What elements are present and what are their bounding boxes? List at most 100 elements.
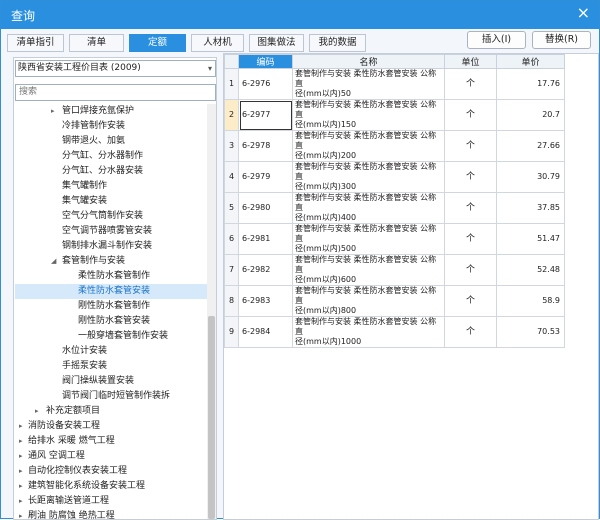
cell-price[interactable]: 70.53 xyxy=(496,316,565,348)
cell-code[interactable]: 6-2979 xyxy=(238,161,293,193)
tree-node[interactable]: 柔性防水套管安装 xyxy=(15,284,207,299)
chevron-down-icon[interactable]: ▾ xyxy=(208,61,212,76)
tab-atlas-method[interactable]: 图集做法 xyxy=(249,34,304,52)
row-index[interactable]: 7 xyxy=(224,254,239,286)
expand-arrow-icon[interactable]: ▸ xyxy=(19,494,23,509)
tree-node[interactable]: 空气调节器喷雾管安装 xyxy=(15,224,207,239)
cell-name[interactable]: 套管制作与安装 柔性防水套管安装 公称直 径(mm以内)400 xyxy=(292,192,445,224)
close-icon[interactable]: × xyxy=(577,5,590,21)
tree-node[interactable]: 一般穿墙套管制作安装 xyxy=(15,329,207,344)
cell-name[interactable]: 套管制作与安装 柔性防水套管安装 公称直 径(mm以内)600 xyxy=(292,254,445,286)
tree-node[interactable]: 钢制排水漏斗制作安装 xyxy=(15,239,207,254)
tree-node[interactable]: ▸ 建筑智能化系统设备安装工程 xyxy=(15,479,207,494)
cell-unit[interactable]: 个 xyxy=(444,192,497,224)
cell-name[interactable]: 套管制作与安装 柔性防水套管安装 公称直 径(mm以内)150 xyxy=(292,99,445,131)
replace-button[interactable]: 替换(R) xyxy=(532,31,591,49)
tree-node[interactable]: 阀门操纵装置安装 xyxy=(15,374,207,389)
tree-node[interactable]: ▸ 刷油 防腐蚀 绝热工程 xyxy=(15,509,207,519)
cell-price[interactable]: 37.85 xyxy=(496,192,565,224)
title-bar[interactable]: 查询 × xyxy=(1,1,599,29)
cell-price[interactable]: 17.76 xyxy=(496,68,565,100)
row-index[interactable]: 9 xyxy=(224,316,239,348)
cell-code[interactable]: 6-2983 xyxy=(238,285,293,317)
cell-unit[interactable]: 个 xyxy=(444,68,497,100)
cell-unit[interactable]: 个 xyxy=(444,161,497,193)
library-select[interactable]: 陕西省安装工程价目表 (2009) ▾ xyxy=(15,60,216,77)
table-row[interactable]: 7 6-2982 套管制作与安装 柔性防水套管安装 公称直 径(mm以内)600 个 52… xyxy=(224,254,565,286)
tree-node[interactable]: ◢ 套管制作与安装 xyxy=(15,254,207,269)
tree-node[interactable]: 刚性防水套管安装 xyxy=(15,314,207,329)
collapse-arrow-icon[interactable]: ◢ xyxy=(51,254,56,269)
table-row[interactable]: 4 6-2979 套管制作与安装 柔性防水套管安装 公称直 径(mm以内)300 个 30… xyxy=(224,161,565,193)
tree-node[interactable]: 柔性防水套管制作 xyxy=(15,269,207,284)
cell-name[interactable]: 套管制作与安装 柔性防水套管安装 公称直 径(mm以内)500 xyxy=(292,223,445,255)
expand-arrow-icon[interactable]: ▸ xyxy=(19,509,23,519)
tree-node[interactable]: ▸ 自动化控制仪表安装工程 xyxy=(15,464,207,479)
cell-unit[interactable]: 个 xyxy=(444,130,497,162)
tab-labor-material[interactable]: 人材机 xyxy=(191,34,244,52)
cell-unit[interactable]: 个 xyxy=(444,316,497,348)
tree-scrollbar[interactable] xyxy=(207,104,216,519)
row-index[interactable]: 2 xyxy=(224,99,239,131)
cell-unit[interactable]: 个 xyxy=(444,254,497,286)
row-index[interactable]: 6 xyxy=(224,223,239,255)
tree-node[interactable]: 手摇泵安装 xyxy=(15,359,207,374)
cell-code[interactable]: 6-2982 xyxy=(238,254,293,286)
cell-code[interactable]: 6-2981 xyxy=(238,223,293,255)
cell-price[interactable]: 58.9 xyxy=(496,285,565,317)
cell-code[interactable]: 6-2980 xyxy=(238,192,293,224)
row-index[interactable]: 1 xyxy=(224,68,239,100)
tree-node[interactable]: 分气缸、分水器制作 xyxy=(15,149,207,164)
tree-node[interactable]: 刚性防水套管制作 xyxy=(15,299,207,314)
row-index[interactable]: 5 xyxy=(224,192,239,224)
expand-arrow-icon[interactable]: ▸ xyxy=(19,479,23,494)
cell-name[interactable]: 套管制作与安装 柔性防水套管安装 公称直 径(mm以内)300 xyxy=(292,161,445,193)
search-input[interactable]: 搜索 xyxy=(15,84,216,101)
cell-name[interactable]: 套管制作与安装 柔性防水套管安装 公称直 径(mm以内)50 xyxy=(292,68,445,100)
tree-node[interactable]: 调节阀门临时短管制作装拆 xyxy=(15,389,207,404)
tree-node[interactable]: 水位计安装 xyxy=(15,344,207,359)
tree-node[interactable]: ▸ 消防设备安装工程 xyxy=(15,419,207,434)
expand-arrow-icon[interactable]: ▸ xyxy=(19,434,23,449)
cell-unit[interactable]: 个 xyxy=(444,223,497,255)
tree-node[interactable]: 钢带退火、加氨 xyxy=(15,134,207,149)
cell-name[interactable]: 套管制作与安装 柔性防水套管安装 公称直 径(mm以内)800 xyxy=(292,285,445,317)
tree-node[interactable]: 空气分气筒制作安装 xyxy=(15,209,207,224)
cell-code[interactable]: 6-2978 xyxy=(238,130,293,162)
table-row[interactable]: 3 6-2978 套管制作与安装 柔性防水套管安装 公称直 径(mm以内)200 个 27… xyxy=(224,130,565,162)
cell-name[interactable]: 套管制作与安装 柔性防水套管安装 公称直 径(mm以内)200 xyxy=(292,130,445,162)
cell-price[interactable]: 30.79 xyxy=(496,161,565,193)
cell-code[interactable]: 6-2984 xyxy=(238,316,293,348)
cell-price[interactable]: 51.47 xyxy=(496,223,565,255)
tree-node[interactable]: 分气缸、分水器安装 xyxy=(15,164,207,179)
table-row[interactable]: 9 6-2984 套管制作与安装 柔性防水套管安装 公称直 径(mm以内)1000 个 7… xyxy=(224,316,565,348)
tab-my-data[interactable]: 我的数据 xyxy=(309,34,366,52)
tree-node[interactable]: ▸ 长距离输送管道工程 xyxy=(15,494,207,509)
table-row[interactable]: 2 6-2977 套管制作与安装 柔性防水套管安装 公称直 径(mm以内)150 个 20… xyxy=(224,99,565,131)
cell-price[interactable]: 20.7 xyxy=(496,99,565,131)
tab-list[interactable]: 清单 xyxy=(69,34,124,52)
header-price[interactable]: 单价 xyxy=(496,54,565,69)
insert-button[interactable]: 插入(I) xyxy=(467,31,526,49)
tree-node[interactable]: 集气罐安装 xyxy=(15,194,207,209)
tree-node[interactable]: ▸ 补充定额项目 xyxy=(15,404,207,419)
table-row[interactable]: 8 6-2983 套管制作与安装 柔性防水套管安装 公称直 径(mm以内)800 个 58… xyxy=(224,285,565,317)
cell-unit[interactable]: 个 xyxy=(444,285,497,317)
header-name[interactable]: 名称 xyxy=(292,54,445,69)
expand-arrow-icon[interactable]: ▸ xyxy=(51,104,55,119)
tab-list-guide[interactable]: 清单指引 xyxy=(7,34,64,52)
expand-arrow-icon[interactable]: ▸ xyxy=(19,419,23,434)
tree-node[interactable]: 集气罐制作 xyxy=(15,179,207,194)
scrollbar-thumb[interactable] xyxy=(208,316,215,519)
tree-node[interactable]: ▸ 给排水 采暖 燃气工程 xyxy=(15,434,207,449)
tree-node[interactable]: ▸ 管口焊接充氩保护 xyxy=(15,104,207,119)
row-index[interactable]: 8 xyxy=(224,285,239,317)
table-row[interactable]: 5 6-2980 套管制作与安装 柔性防水套管安装 公称直 径(mm以内)400 个 37… xyxy=(224,192,565,224)
expand-arrow-icon[interactable]: ▸ xyxy=(19,464,23,479)
tree-node[interactable]: 冷排管制作安装 xyxy=(15,119,207,134)
expand-arrow-icon[interactable]: ▸ xyxy=(35,404,39,419)
cell-price[interactable]: 27.66 xyxy=(496,130,565,162)
cell-code[interactable]: 6-2977 xyxy=(238,99,293,131)
tree-node[interactable]: ▸ 通风 空调工程 xyxy=(15,449,207,464)
row-index[interactable]: 4 xyxy=(224,161,239,193)
